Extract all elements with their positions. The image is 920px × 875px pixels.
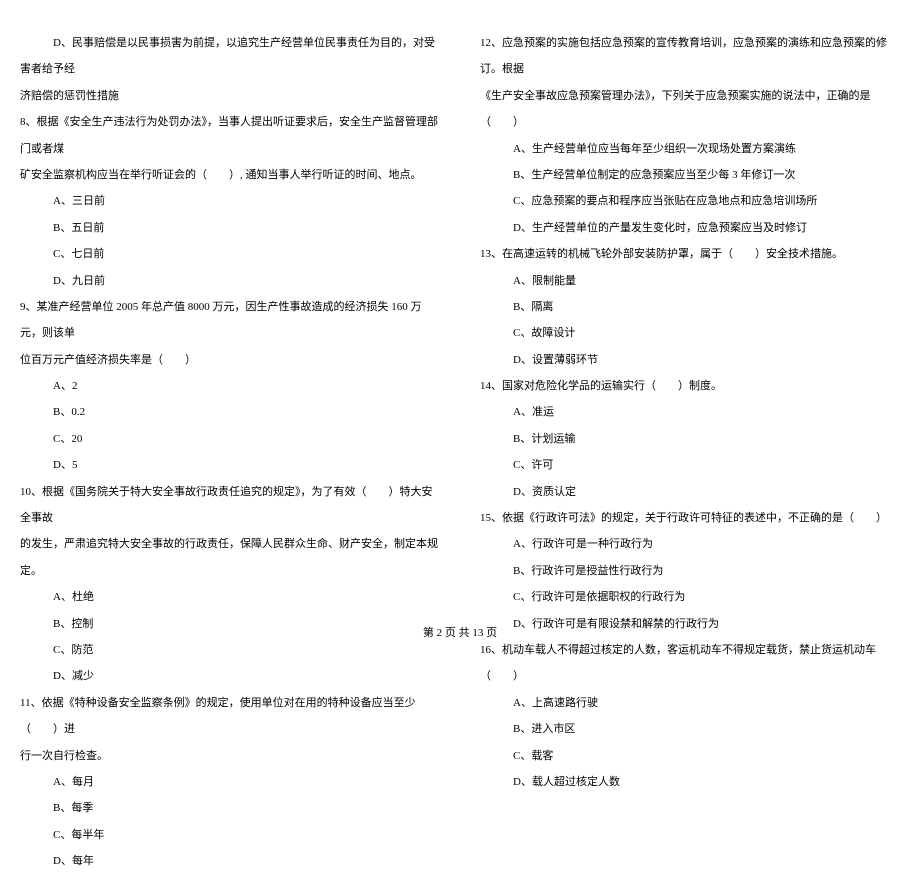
q10-text2: 的发生，严肃追究特大安全事故的行政责任，保障人民群众生命、财产安全，制定本规定。 bbox=[20, 531, 440, 584]
q16-option-b: B、进入市区 bbox=[480, 716, 900, 742]
q10-option-c: C、防范 bbox=[20, 637, 440, 663]
q11-text: 11、依据《特种设备安全监察条例》的规定，使用单位对在用的特种设备应当至少（ ）… bbox=[20, 690, 440, 743]
q11-option-c: C、每半年 bbox=[20, 822, 440, 848]
q12-option-c: C、应急预案的要点和程序应当张贴在应急地点和应急培训场所 bbox=[480, 188, 900, 214]
q9-text2: 位百万元产值经济损失率是（ ） bbox=[20, 347, 440, 373]
q10-option-a: A、杜绝 bbox=[20, 584, 440, 610]
q12-text2: 《生产安全事故应急预案管理办法》，下列关于应急预案实施的说法中，正确的是（ ） bbox=[480, 83, 900, 136]
q15-text: 15、依据《行政许可法》的规定，关于行政许可特征的表述中，不正确的是（ ） bbox=[480, 505, 900, 531]
q15-option-b: B、行政许可是授益性行政行为 bbox=[480, 558, 900, 584]
q8-option-c: C、七日前 bbox=[20, 241, 440, 267]
q14-option-b: B、计划运输 bbox=[480, 426, 900, 452]
q10-text: 10、根据《国务院关于特大安全事故行政责任追究的规定》，为了有效（ ）特大安全事… bbox=[20, 479, 440, 532]
q9-option-a: A、2 bbox=[20, 373, 440, 399]
q14-option-c: C、许可 bbox=[480, 452, 900, 478]
page-footer: 第 2 页 共 13 页 bbox=[0, 624, 920, 640]
q12-option-d: D、生产经营单位的产量发生变化时，应急预案应当及时修订 bbox=[480, 215, 900, 241]
q12-text: 12、应急预案的实施包括应急预案的宣传教育培训，应急预案的演练和应急预案的修订。… bbox=[480, 30, 900, 83]
q11-option-d: D、每年 bbox=[20, 848, 440, 874]
q16-option-a: A、上高速路行驶 bbox=[480, 690, 900, 716]
q12-option-a: A、生产经营单位应当每年至少组织一次现场处置方案演练 bbox=[480, 136, 900, 162]
q7-option-d-line2: 济赔偿的惩罚性措施 bbox=[20, 83, 440, 109]
q16-option-d: D、载人超过核定人数 bbox=[480, 769, 900, 795]
q10-option-d: D、减少 bbox=[20, 663, 440, 689]
q9-option-c: C、20 bbox=[20, 426, 440, 452]
q14-text: 14、国家对危险化学品的运输实行（ ）制度。 bbox=[480, 373, 900, 399]
right-column: 12、应急预案的实施包括应急预案的宣传教育培训，应急预案的演练和应急预案的修订。… bbox=[480, 30, 900, 610]
q11-option-b: B、每季 bbox=[20, 795, 440, 821]
q14-option-a: A、准运 bbox=[480, 399, 900, 425]
q7-option-d-line1: D、民事赔偿是以民事损害为前提，以追究生产经营单位民事责任为目的，对受害者给予经 bbox=[20, 30, 440, 83]
q11-text2: 行一次自行检查。 bbox=[20, 743, 440, 769]
q16-option-c: C、载客 bbox=[480, 743, 900, 769]
q14-option-d: D、资质认定 bbox=[480, 479, 900, 505]
q8-text: 8、根据《安全生产违法行为处罚办法》，当事人提出听证要求后，安全生产监督管理部门… bbox=[20, 109, 440, 162]
q13-option-c: C、故障设计 bbox=[480, 320, 900, 346]
q15-option-c: C、行政许可是依据职权的行政行为 bbox=[480, 584, 900, 610]
page-container: D、民事赔偿是以民事损害为前提，以追究生产经营单位民事责任为目的，对受害者给予经… bbox=[20, 30, 900, 610]
q8-text2: 矿安全监察机构应当在举行听证会的（ ）, 通知当事人举行听证的时间、地点。 bbox=[20, 162, 440, 188]
q9-text: 9、某准产经营单位 2005 年总产值 8000 万元，因生产性事故造成的经济损… bbox=[20, 294, 440, 347]
q11-option-a: A、每月 bbox=[20, 769, 440, 795]
q8-option-b: B、五日前 bbox=[20, 215, 440, 241]
left-column: D、民事赔偿是以民事损害为前提，以追究生产经营单位民事责任为目的，对受害者给予经… bbox=[20, 30, 440, 610]
q12-option-b: B、生产经营单位制定的应急预案应当至少每 3 年修订一次 bbox=[480, 162, 900, 188]
q8-option-a: A、三日前 bbox=[20, 188, 440, 214]
q13-option-a: A、限制能量 bbox=[480, 268, 900, 294]
q8-option-d: D、九日前 bbox=[20, 268, 440, 294]
q9-option-d: D、5 bbox=[20, 452, 440, 478]
q16-text: 16、机动车载人不得超过核定的人数，客运机动车不得规定载货，禁止货运机动车（ ） bbox=[480, 637, 900, 690]
q13-text: 13、在高速运转的机械飞轮外部安装防护罩，属于（ ）安全技术措施。 bbox=[480, 241, 900, 267]
q13-option-d: D、设置薄弱环节 bbox=[480, 347, 900, 373]
q15-option-a: A、行政许可是一种行政行为 bbox=[480, 531, 900, 557]
q13-option-b: B、隔离 bbox=[480, 294, 900, 320]
q9-option-b: B、0.2 bbox=[20, 399, 440, 425]
